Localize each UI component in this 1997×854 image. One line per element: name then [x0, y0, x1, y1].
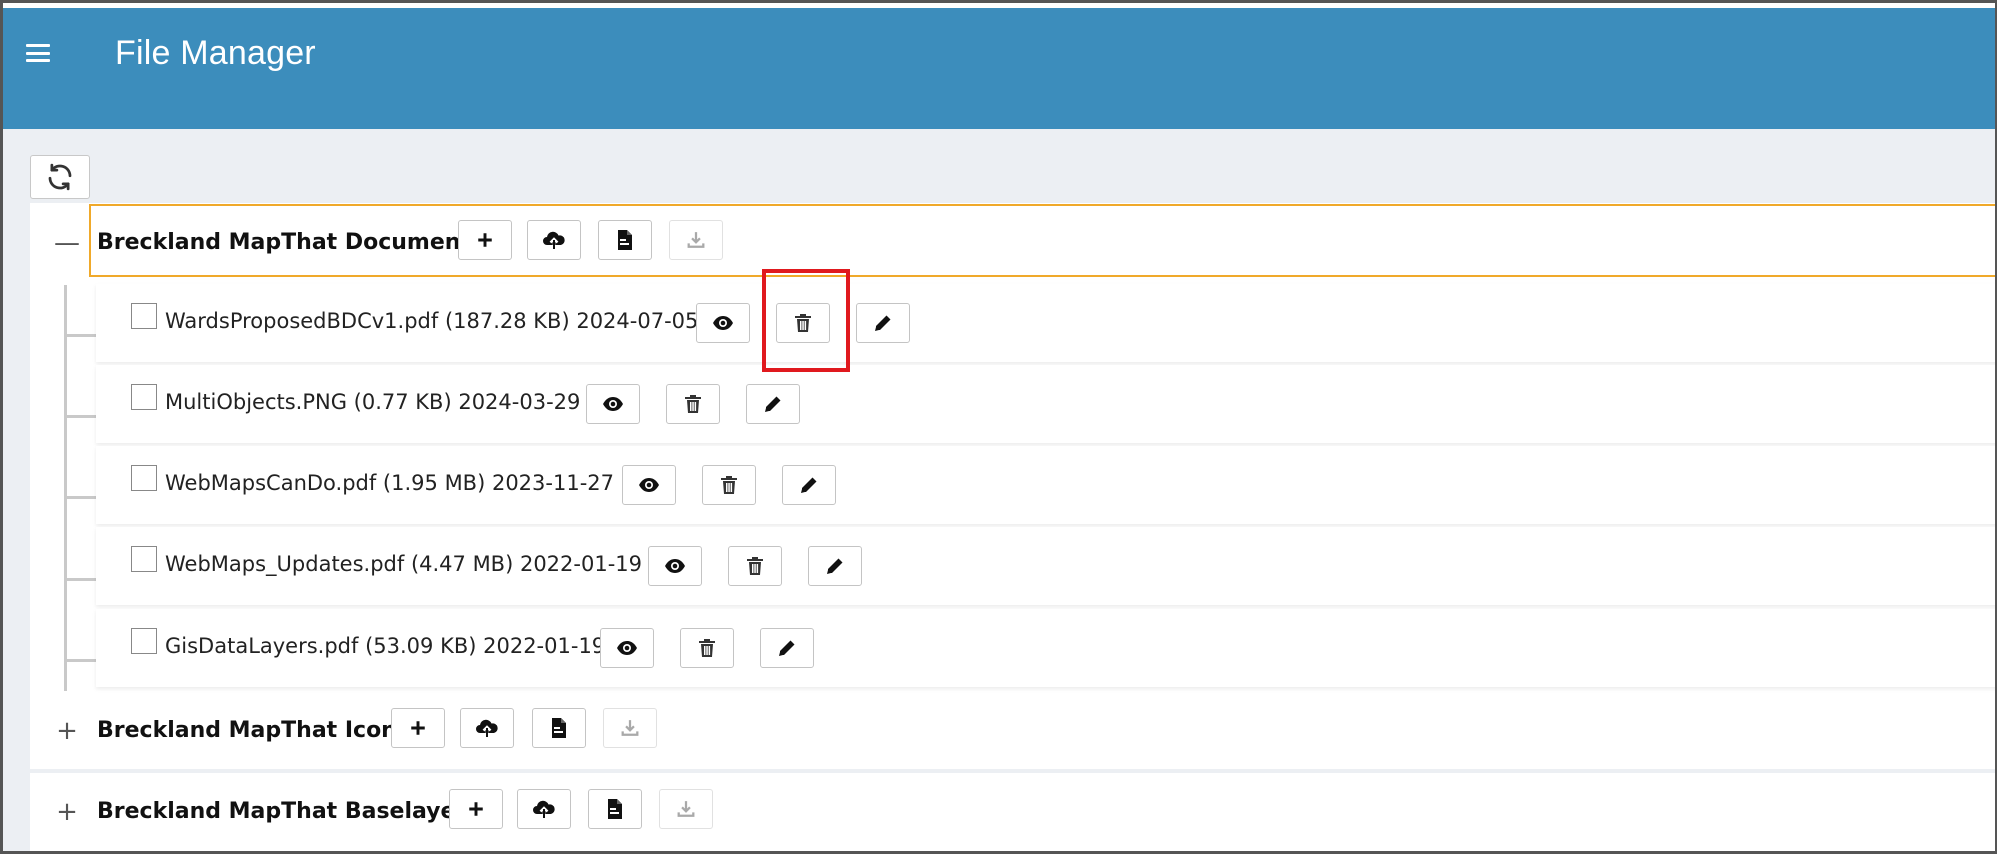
- download-icon: [621, 720, 639, 736]
- view-button[interactable]: [600, 628, 654, 668]
- download-button[interactable]: [659, 789, 713, 829]
- upload-cloud-icon: [476, 719, 498, 737]
- download-button[interactable]: [603, 708, 657, 748]
- file-checkbox[interactable]: [131, 465, 157, 491]
- view-eye-icon: [639, 478, 659, 492]
- file-row: WebMapsCanDo.pdf (1.95 MB) 2023-11-27: [96, 446, 1995, 524]
- delete-trash-icon: [721, 476, 737, 494]
- delete-button[interactable]: [666, 384, 720, 424]
- edit-pencil-icon: [765, 396, 781, 412]
- file-checkbox[interactable]: [131, 384, 157, 410]
- view-button[interactable]: [648, 546, 702, 586]
- file-label: WebMapsCanDo.pdf (1.95 MB) 2023-11-27: [165, 471, 614, 495]
- view-eye-icon: [617, 641, 637, 655]
- file-checkbox[interactable]: [131, 546, 157, 572]
- upload-button[interactable]: [517, 789, 571, 829]
- download-icon: [677, 801, 695, 817]
- export-button[interactable]: [588, 789, 642, 829]
- delete-button[interactable]: [728, 546, 782, 586]
- upload-button[interactable]: [527, 220, 581, 260]
- add-button[interactable]: [449, 789, 503, 829]
- delete-button[interactable]: [776, 303, 830, 343]
- tree-connector: [64, 496, 96, 499]
- add-icon: [478, 233, 492, 247]
- group-name: Breckland MapThat Documents: [97, 230, 485, 255]
- tree-connector: [64, 334, 96, 337]
- view-button[interactable]: [622, 465, 676, 505]
- edit-pencil-icon: [875, 315, 891, 331]
- file-checkbox[interactable]: [131, 303, 157, 329]
- export-file-icon: [608, 799, 622, 819]
- edit-button[interactable]: [746, 384, 800, 424]
- tree-connector: [64, 415, 96, 418]
- edit-pencil-icon: [779, 640, 795, 656]
- delete-trash-icon: [685, 395, 701, 413]
- view-eye-icon: [713, 316, 733, 330]
- file-row: WebMaps_Updates.pdf (4.47 MB) 2022-01-19: [96, 527, 1995, 605]
- delete-trash-icon: [699, 639, 715, 657]
- tree-connector: [64, 659, 96, 662]
- tree-connector: [64, 285, 67, 691]
- file-label: WardsProposedBDCv1.pdf (187.28 KB) 2024-…: [165, 309, 699, 333]
- collapse-toggle[interactable]: —: [54, 228, 80, 258]
- add-button[interactable]: [391, 708, 445, 748]
- file-label: WebMaps_Updates.pdf (4.47 MB) 2022-01-19: [165, 552, 643, 576]
- view-button[interactable]: [586, 384, 640, 424]
- upload-cloud-icon: [543, 231, 565, 249]
- hamburger-icon[interactable]: [25, 40, 51, 66]
- refresh-button[interactable]: [30, 155, 90, 199]
- app-title: File Manager: [115, 34, 316, 72]
- expand-toggle[interactable]: +: [55, 716, 79, 746]
- view-button[interactable]: [696, 303, 750, 343]
- app-header: File Manager: [3, 3, 1995, 129]
- add-button[interactable]: [458, 220, 512, 260]
- export-button[interactable]: [598, 220, 652, 260]
- refresh-icon: [48, 163, 72, 191]
- edit-pencil-icon: [827, 558, 843, 574]
- delete-button[interactable]: [680, 628, 734, 668]
- upload-button[interactable]: [460, 708, 514, 748]
- delete-trash-icon: [795, 314, 811, 332]
- download-icon: [687, 232, 705, 248]
- view-eye-icon: [603, 397, 623, 411]
- edit-button[interactable]: [760, 628, 814, 668]
- view-eye-icon: [665, 559, 685, 573]
- file-row: MultiObjects.PNG (0.77 KB) 2024-03-29: [96, 365, 1995, 443]
- expand-toggle[interactable]: +: [55, 797, 79, 827]
- add-icon: [469, 802, 483, 816]
- group-row-documents[interactable]: Breckland MapThat Documents: [89, 204, 1995, 277]
- file-label: MultiObjects.PNG (0.77 KB) 2024-03-29: [165, 390, 581, 414]
- download-button[interactable]: [669, 220, 723, 260]
- group-name: Breckland MapThat Icons: [97, 718, 410, 743]
- file-row: GisDataLayers.pdf (53.09 KB) 2022-01-19: [96, 609, 1995, 687]
- file-checkbox[interactable]: [131, 628, 157, 654]
- file-manager-window: File Manager — Breckland MapThat Documen…: [0, 0, 1997, 854]
- edit-pencil-icon: [801, 477, 817, 493]
- edit-button[interactable]: [808, 546, 862, 586]
- delete-trash-icon: [747, 557, 763, 575]
- group-name: Breckland MapThat Baselayers: [97, 799, 480, 824]
- tree-connector: [64, 578, 96, 581]
- edit-button[interactable]: [782, 465, 836, 505]
- delete-button[interactable]: [702, 465, 756, 505]
- edit-button[interactable]: [856, 303, 910, 343]
- export-file-icon: [552, 718, 566, 738]
- file-row: WardsProposedBDCv1.pdf (187.28 KB) 2024-…: [96, 284, 1995, 362]
- add-icon: [411, 721, 425, 735]
- export-file-icon: [618, 230, 632, 250]
- upload-cloud-icon: [533, 800, 555, 818]
- export-button[interactable]: [532, 708, 586, 748]
- file-label: GisDataLayers.pdf (53.09 KB) 2022-01-19: [165, 634, 606, 658]
